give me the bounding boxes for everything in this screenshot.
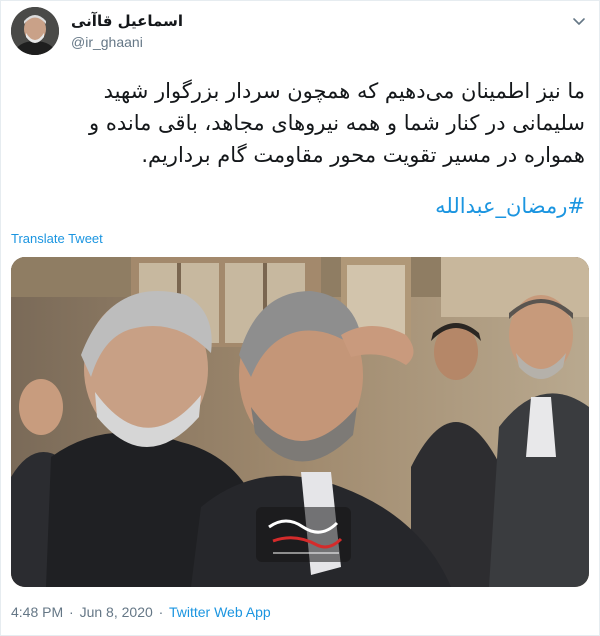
- tweet-card: اسماعیل قاآنی @ir_ghaani ما نیز اطمینان …: [0, 0, 600, 636]
- author-handle[interactable]: @ir_ghaani: [71, 34, 143, 50]
- tweet-text-line: سلیمانی در کنار شما و همه نیروهای مجاهد،…: [89, 111, 585, 135]
- tweet-date[interactable]: Jun 8, 2020: [80, 604, 153, 620]
- tweet-time[interactable]: 4:48 PM: [11, 604, 63, 620]
- tweet-footer: 4:48 PM · Jun 8, 2020 · Twitter Web App: [11, 604, 271, 620]
- tweet-photo[interactable]: [11, 257, 589, 587]
- photo-illustration: [11, 257, 589, 587]
- avatar-image: [11, 7, 59, 55]
- tweet-text-line: ما نیز اطمینان می‌دهیم که همچون سردار بز…: [103, 79, 585, 103]
- hashtag-link[interactable]: #رمضان_عبدالله: [435, 194, 585, 218]
- chevron-down-icon[interactable]: [571, 13, 587, 29]
- tweet-source-link[interactable]: Twitter Web App: [169, 604, 271, 620]
- tweet-text: ما نیز اطمینان می‌دهیم که همچون سردار بز…: [11, 75, 585, 171]
- tweet-text-line: همواره در مسیر تقویت محور مقاومت گام برد…: [141, 143, 585, 167]
- author-name[interactable]: اسماعیل قاآنی: [71, 12, 183, 30]
- separator-dot: ·: [158, 604, 164, 620]
- separator-dot: ·: [69, 604, 74, 620]
- watermark-logo: [256, 507, 351, 562]
- translate-tweet-link[interactable]: Translate Tweet: [11, 231, 103, 246]
- avatar[interactable]: [11, 7, 59, 55]
